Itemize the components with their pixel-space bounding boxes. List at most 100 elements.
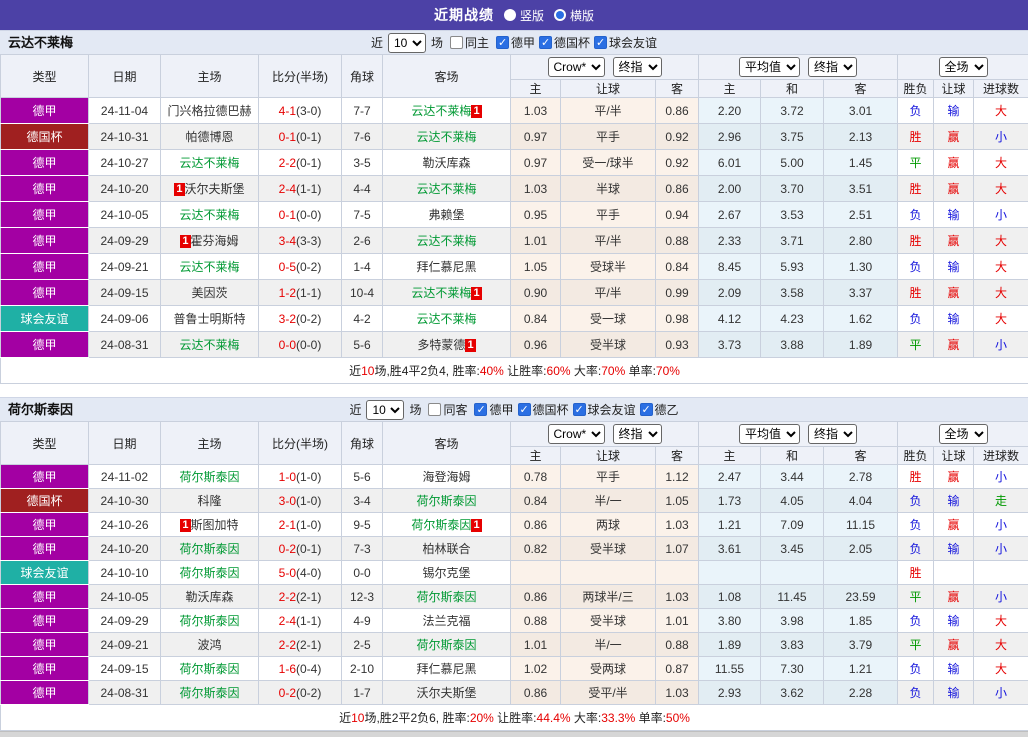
section-header: 荷尔斯泰因 近 10 场 同客 德甲德国杯球会友谊德乙: [0, 397, 1028, 421]
avg-stage-select[interactable]: 终指: [808, 57, 857, 77]
odds-stage-select[interactable]: 终指: [613, 57, 662, 77]
avg-stage-select[interactable]: 终指: [808, 424, 857, 444]
away-team-name[interactable]: 锡尔克堡: [422, 566, 470, 580]
league-filter[interactable]: 德甲: [496, 34, 535, 51]
checkbox-unchecked-icon[interactable]: [428, 403, 441, 416]
handicap-home-odds: 0.86: [511, 585, 561, 609]
halftime-score: (0-2): [296, 686, 321, 700]
home-team-name[interactable]: 荷尔斯泰因: [179, 542, 239, 556]
checkbox-checked-icon[interactable]: [594, 36, 607, 49]
bookmaker-select[interactable]: Crow*: [548, 424, 605, 444]
average-select[interactable]: 平均值: [739, 424, 800, 444]
avg-draw-odds: 3.98: [761, 609, 824, 633]
same-venue-filter[interactable]: 同主: [450, 34, 489, 51]
handicap-away-odds: 0.88: [656, 633, 699, 657]
home-team-name[interactable]: 帕德博恩: [185, 130, 233, 144]
away-team-name[interactable]: 云达不莱梅: [416, 182, 476, 196]
result-outcome: 平: [898, 585, 934, 609]
away-team-name[interactable]: 荷尔斯泰因: [416, 638, 476, 652]
same-venue-filter[interactable]: 同客: [428, 401, 467, 418]
layout-horizontal-option[interactable]: 横版: [554, 7, 594, 24]
table-row: 德甲24-11-04门兴格拉德巴赫4-1(3-0)7-7云达不莱梅11.03平/…: [1, 98, 1028, 124]
avg-draw-odds: 3.70: [761, 176, 824, 202]
match-count-select[interactable]: 10: [366, 400, 404, 420]
away-team-name[interactable]: 云达不莱梅: [411, 286, 471, 300]
checkbox-checked-icon[interactable]: [640, 403, 653, 416]
halftime-score: (0-4): [296, 662, 321, 676]
home-team-name[interactable]: 门兴格拉德巴赫: [167, 104, 251, 118]
league-type-cell: 德甲: [1, 228, 89, 254]
home-team-name[interactable]: 荷尔斯泰因: [179, 470, 239, 484]
bookmaker-select[interactable]: Crow*: [548, 57, 605, 77]
league-filter[interactable]: 球会友谊: [594, 34, 657, 51]
checkbox-checked-icon[interactable]: [573, 403, 586, 416]
handicap-away-odds: 1.05: [656, 489, 699, 513]
away-team-name[interactable]: 弗赖堡: [428, 208, 464, 222]
table-row: 德国杯24-10-30科隆3-0(1-0)3-4荷尔斯泰因0.84半/一1.05…: [1, 489, 1028, 513]
home-team-name[interactable]: 沃尔夫斯堡: [185, 182, 245, 196]
fulltime-score: 3-2: [279, 312, 296, 326]
away-team-name[interactable]: 荷尔斯泰因: [416, 590, 476, 604]
away-team-name[interactable]: 拜仁慕尼黑: [416, 662, 476, 676]
home-team-name[interactable]: 霍芬海姆: [191, 234, 239, 248]
match-date: 24-11-04: [89, 98, 161, 124]
fulltime-select[interactable]: 全场: [939, 57, 988, 77]
col-date: 日期: [89, 55, 161, 98]
away-team-name[interactable]: 云达不莱梅: [416, 312, 476, 326]
away-team-name[interactable]: 云达不莱梅: [416, 130, 476, 144]
checkbox-unchecked-icon[interactable]: [450, 36, 463, 49]
home-team-name[interactable]: 勒沃库森: [185, 590, 233, 604]
fulltime-select[interactable]: 全场: [939, 424, 988, 444]
checkbox-checked-icon[interactable]: [539, 36, 552, 49]
average-select[interactable]: 平均值: [739, 57, 800, 77]
avg-draw-odds: 3.53: [761, 202, 824, 228]
away-team-name[interactable]: 勒沃库森: [422, 156, 470, 170]
league-filter[interactable]: 德国杯: [518, 401, 569, 418]
home-team-name[interactable]: 荷尔斯泰因: [179, 662, 239, 676]
league-filter[interactable]: 德甲: [474, 401, 513, 418]
handicap-away-odds: 0.92: [656, 124, 699, 150]
match-count-select[interactable]: 10: [388, 33, 426, 53]
away-team-cell: 荷尔斯泰因: [383, 489, 511, 513]
odds-stage-select[interactable]: 终指: [613, 424, 662, 444]
home-team-name[interactable]: 荷尔斯泰因: [179, 614, 239, 628]
league-filter[interactable]: 球会友谊: [573, 401, 636, 418]
home-team-name[interactable]: 科隆: [197, 494, 221, 508]
away-team-name[interactable]: 云达不莱梅: [411, 104, 471, 118]
home-team-name[interactable]: 波鸿: [197, 638, 221, 652]
away-team-name[interactable]: 沃尔夫斯堡: [416, 686, 476, 700]
checkbox-checked-icon[interactable]: [496, 36, 509, 49]
away-team-name[interactable]: 法兰克福: [422, 614, 470, 628]
away-team-name[interactable]: 云达不莱梅: [416, 234, 476, 248]
league-type-cell: 德甲: [1, 681, 89, 705]
away-team-cell: 拜仁慕尼黑: [383, 657, 511, 681]
home-team-name[interactable]: 云达不莱梅: [179, 156, 239, 170]
layout-vertical-option[interactable]: 竖版: [504, 7, 544, 24]
home-team-name[interactable]: 云达不莱梅: [179, 338, 239, 352]
radio-checked-icon[interactable]: [554, 9, 566, 21]
checkbox-checked-icon[interactable]: [518, 403, 531, 416]
subcol-goals: 进球数: [974, 80, 1028, 98]
checkbox-checked-icon[interactable]: [474, 403, 487, 416]
home-team-name[interactable]: 荷尔斯泰因: [179, 566, 239, 580]
away-team-cell: 海登海姆: [383, 465, 511, 489]
away-team-cell: 荷尔斯泰因: [383, 633, 511, 657]
away-team-name[interactable]: 柏林联合: [422, 542, 470, 556]
home-team-name[interactable]: 云达不莱梅: [179, 208, 239, 222]
away-team-name[interactable]: 多特蒙德: [417, 338, 465, 352]
league-filter[interactable]: 德国杯: [539, 34, 590, 51]
home-team-name[interactable]: 荷尔斯泰因: [179, 686, 239, 700]
away-team-name[interactable]: 海登海姆: [422, 470, 470, 484]
home-team-name[interactable]: 普鲁士明斯特: [173, 312, 245, 326]
away-team-name[interactable]: 荷尔斯泰因: [411, 518, 471, 532]
away-team-name[interactable]: 荷尔斯泰因: [416, 494, 476, 508]
summary-value: 40%: [480, 364, 504, 378]
home-team-name[interactable]: 美因茨: [191, 286, 227, 300]
home-team-name[interactable]: 云达不莱梅: [179, 260, 239, 274]
away-team-name[interactable]: 拜仁慕尼黑: [416, 260, 476, 274]
result-handicap: 赢: [934, 150, 974, 176]
radio-unchecked-icon[interactable]: [504, 9, 516, 21]
league-filter[interactable]: 德乙: [640, 401, 679, 418]
summary-value: 44.4%: [537, 711, 571, 725]
home-team-name[interactable]: 斯图加特: [191, 518, 239, 532]
